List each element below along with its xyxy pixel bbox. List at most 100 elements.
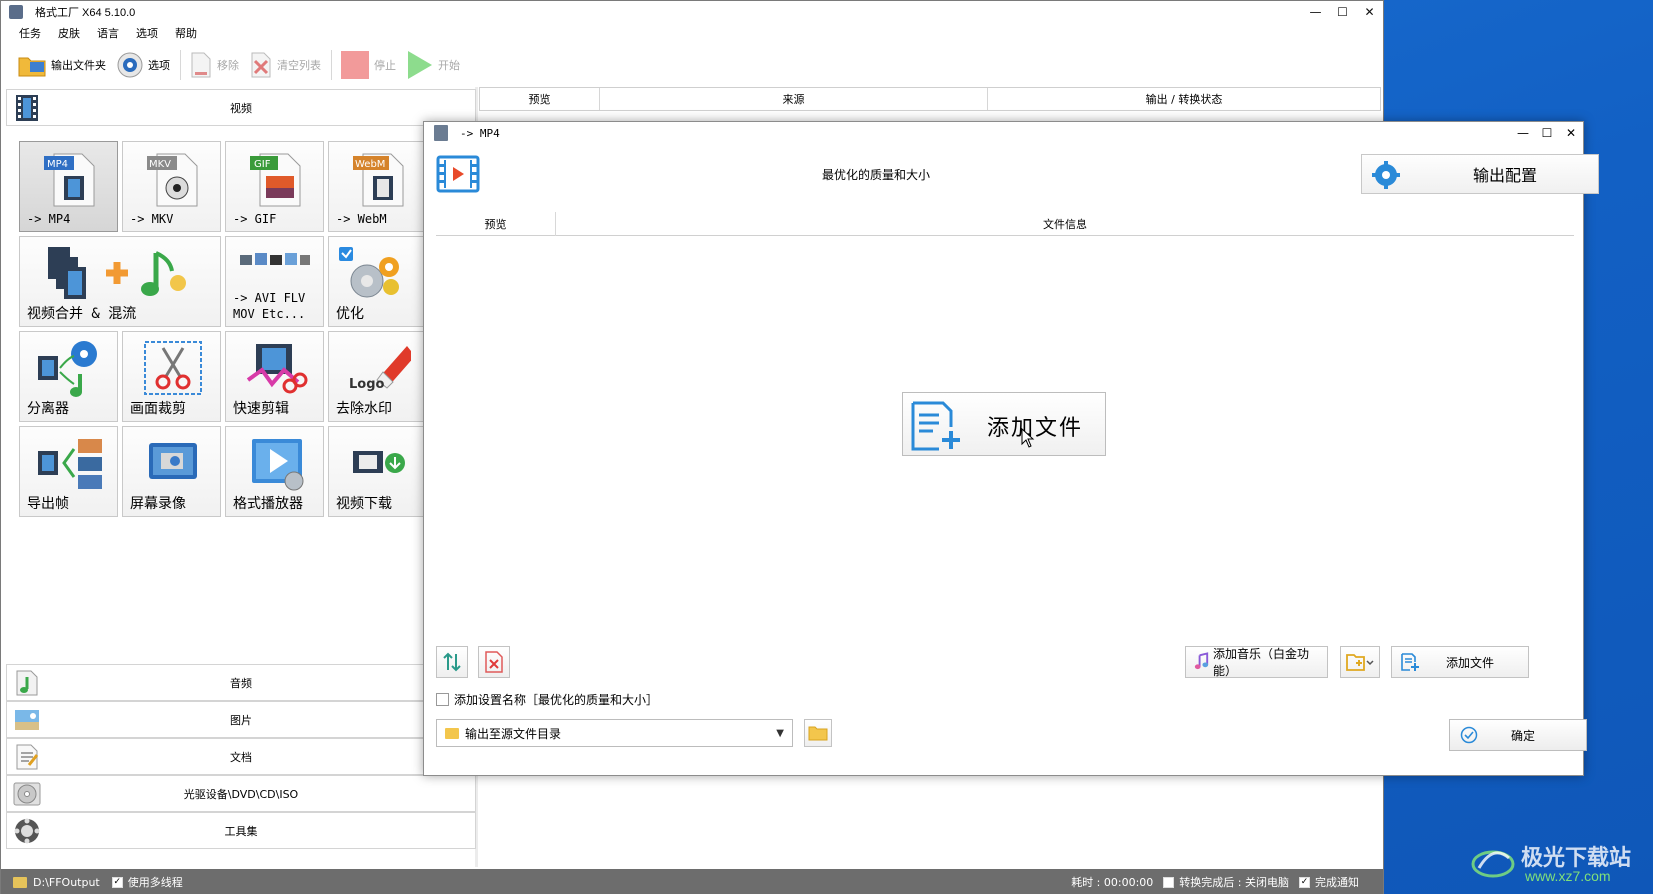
- file-list-header: 预览 文件信息: [436, 212, 1574, 236]
- music-note-icon: [1194, 652, 1209, 670]
- add-setting-name-checkbox[interactable]: [436, 692, 449, 706]
- menu-task[interactable]: 任务: [19, 25, 41, 41]
- category-video[interactable]: 视频: [6, 89, 476, 126]
- minimize-button[interactable]: —: [1302, 1, 1329, 23]
- multithread-toggle[interactable]: ✓ 使用多线程: [111, 874, 183, 890]
- player-icon: [252, 439, 304, 491]
- stop-button[interactable]: 停止: [340, 48, 396, 82]
- output-dir-select[interactable]: 输出至源文件目录 ▼: [436, 719, 793, 747]
- tile-quick-clip-label: 快速剪辑: [233, 401, 289, 417]
- file-list-area[interactable]: 添加文件: [436, 237, 1574, 637]
- remove-button[interactable]: 移除: [189, 48, 239, 82]
- maximize-button[interactable]: ☐: [1329, 1, 1356, 23]
- tile-export-frames-label: 导出帧: [27, 496, 69, 512]
- add-file-big-label: 添加文件: [987, 416, 1084, 441]
- browse-folder-button[interactable]: [804, 719, 832, 747]
- output-folder-button[interactable]: 输出文件夹: [17, 48, 106, 82]
- tile-screen-record[interactable]: 屏幕录像: [122, 426, 221, 517]
- dialog-app-icon: [434, 125, 448, 141]
- menu-language[interactable]: 语言: [97, 25, 119, 41]
- multithread-checkbox[interactable]: ✓: [111, 876, 123, 888]
- tile-remove-watermark[interactable]: Logo 去除水印: [328, 331, 427, 422]
- tile-crop[interactable]: 画面裁剪: [122, 331, 221, 422]
- menu-help[interactable]: 帮助: [175, 25, 197, 41]
- notify-toggle[interactable]: ✓ 完成通知: [1299, 874, 1359, 890]
- add-file-button[interactable]: 添加文件: [1391, 646, 1529, 678]
- tile-to-avi-flv-mov-label: -> AVI FLV MOV Etc...: [233, 291, 306, 321]
- category-tools[interactable]: 工具集: [6, 812, 476, 849]
- dialog-close-button[interactable]: ✕: [1559, 122, 1583, 144]
- tile-splitter[interactable]: 分离器: [19, 331, 118, 422]
- ok-button[interactable]: 确定: [1449, 719, 1587, 751]
- file-column-info[interactable]: 文件信息: [556, 212, 1574, 236]
- add-file-big-button[interactable]: 添加文件: [902, 392, 1106, 456]
- output-config-button[interactable]: 输出配置: [1361, 154, 1599, 194]
- category-disc[interactable]: 光驱设备\DVD\CD\ISO: [6, 775, 476, 812]
- dialog-minimize-button[interactable]: —: [1511, 122, 1535, 144]
- category-document[interactable]: 文档: [6, 738, 476, 775]
- tile-to-mkv[interactable]: MKV -> MKV: [122, 141, 221, 232]
- video-tools-grid: MP4 -> MP4 MKV -> MKV GIF -> GIF WebM ->…: [19, 141, 439, 531]
- tile-export-frames[interactable]: 导出帧: [19, 426, 118, 517]
- start-button[interactable]: 开始: [406, 48, 460, 82]
- tile-format-player[interactable]: 格式播放器: [225, 426, 324, 517]
- mp4-dialog: -> MP4 — ☐ ✕ 最优化的质量和大小 输出配置 预览 文件信息 添加文件…: [423, 121, 1599, 776]
- tile-crop-label: 画面裁剪: [130, 401, 186, 417]
- toolbar: 输出文件夹 选项 移除 清空列表 停止 开始: [1, 45, 1383, 85]
- add-folder-button[interactable]: [1340, 646, 1380, 678]
- options-button[interactable]: 选项: [116, 48, 170, 82]
- webm-file-icon: WebM: [353, 153, 404, 207]
- output-dir-value: 输出至源文件目录: [465, 726, 562, 741]
- start-label: 开始: [438, 59, 460, 72]
- mkv-file-icon: MKV: [147, 153, 198, 207]
- title-bar: 格式工厂 X64 5.10.0 — ☐ ✕: [1, 1, 1383, 23]
- tile-to-gif[interactable]: GIF -> GIF: [225, 141, 324, 232]
- tile-quick-clip[interactable]: 快速剪辑: [225, 331, 324, 422]
- after-convert-label: 转换完成后 : 关闭电脑: [1179, 876, 1289, 889]
- tile-to-mp4[interactable]: MP4 -> MP4: [19, 141, 118, 232]
- dialog-maximize-button[interactable]: ☐: [1535, 122, 1559, 144]
- options-label: 选项: [148, 59, 170, 72]
- sort-button[interactable]: [436, 646, 468, 678]
- format-list-icon: [240, 253, 310, 265]
- svg-text:MP4: MP4: [47, 159, 68, 170]
- add-setting-name-label: 添加设置名称［最优化的质量和大小］: [454, 692, 659, 707]
- category-audio[interactable]: 音频: [6, 664, 476, 701]
- output-config-label: 输出配置: [1472, 166, 1537, 185]
- category-image[interactable]: 图片: [6, 701, 476, 738]
- menu-options[interactable]: 选项: [136, 25, 158, 41]
- after-convert-checkbox[interactable]: [1163, 876, 1175, 888]
- category-document-label: 文档: [230, 750, 252, 764]
- notify-checkbox[interactable]: ✓: [1299, 876, 1310, 888]
- svg-text:Logo: Logo: [349, 377, 385, 392]
- column-source[interactable]: 来源: [600, 88, 988, 110]
- status-bar: D:\FFOutput ✓ 使用多线程 耗时 : 00:00:00 转换完成后 …: [1, 869, 1383, 894]
- output-folder-icon: [13, 876, 27, 888]
- clear-list-button[interactable]: 清空列表: [249, 48, 321, 82]
- dialog-action-row: 添加音乐（白金功能） 添加文件: [436, 646, 1574, 680]
- watermark-logo-icon: [1471, 850, 1515, 878]
- notify-label: 完成通知: [1315, 876, 1359, 889]
- clear-list-label: 清空列表: [277, 59, 321, 72]
- tile-to-avi-flv-mov[interactable]: -> AVI FLV MOV Etc...: [225, 236, 324, 327]
- remove-file-button[interactable]: [478, 646, 510, 678]
- export-frames-icon: [38, 439, 102, 489]
- add-music-button[interactable]: 添加音乐（白金功能）: [1185, 646, 1328, 678]
- chevron-down-icon: ▼: [776, 728, 784, 739]
- close-button[interactable]: ✕: [1356, 1, 1383, 23]
- file-column-preview[interactable]: 预览: [436, 212, 556, 236]
- menu-skin[interactable]: 皮肤: [58, 25, 80, 41]
- category-image-label: 图片: [230, 713, 252, 727]
- output-path[interactable]: D:\FFOutput: [33, 876, 100, 889]
- crop-scissors-icon: [144, 341, 202, 395]
- tile-optimize[interactable]: 优化: [328, 236, 427, 327]
- tile-to-webm[interactable]: WebM -> WebM: [328, 141, 427, 232]
- tile-video-merge[interactable]: 视频合并 & 混流: [19, 236, 221, 327]
- after-convert-toggle[interactable]: 转换完成后 : 关闭电脑: [1163, 874, 1289, 890]
- column-preview[interactable]: 预览: [480, 88, 600, 110]
- tile-video-download[interactable]: 视频下载: [328, 426, 427, 517]
- preset-description: 最优化的质量和大小: [821, 168, 930, 182]
- column-output-status[interactable]: 输出 / 转换状态: [988, 88, 1380, 110]
- remove-file-icon: [485, 651, 503, 673]
- add-setting-name-toggle[interactable]: 添加设置名称［最优化的质量和大小］: [436, 690, 658, 708]
